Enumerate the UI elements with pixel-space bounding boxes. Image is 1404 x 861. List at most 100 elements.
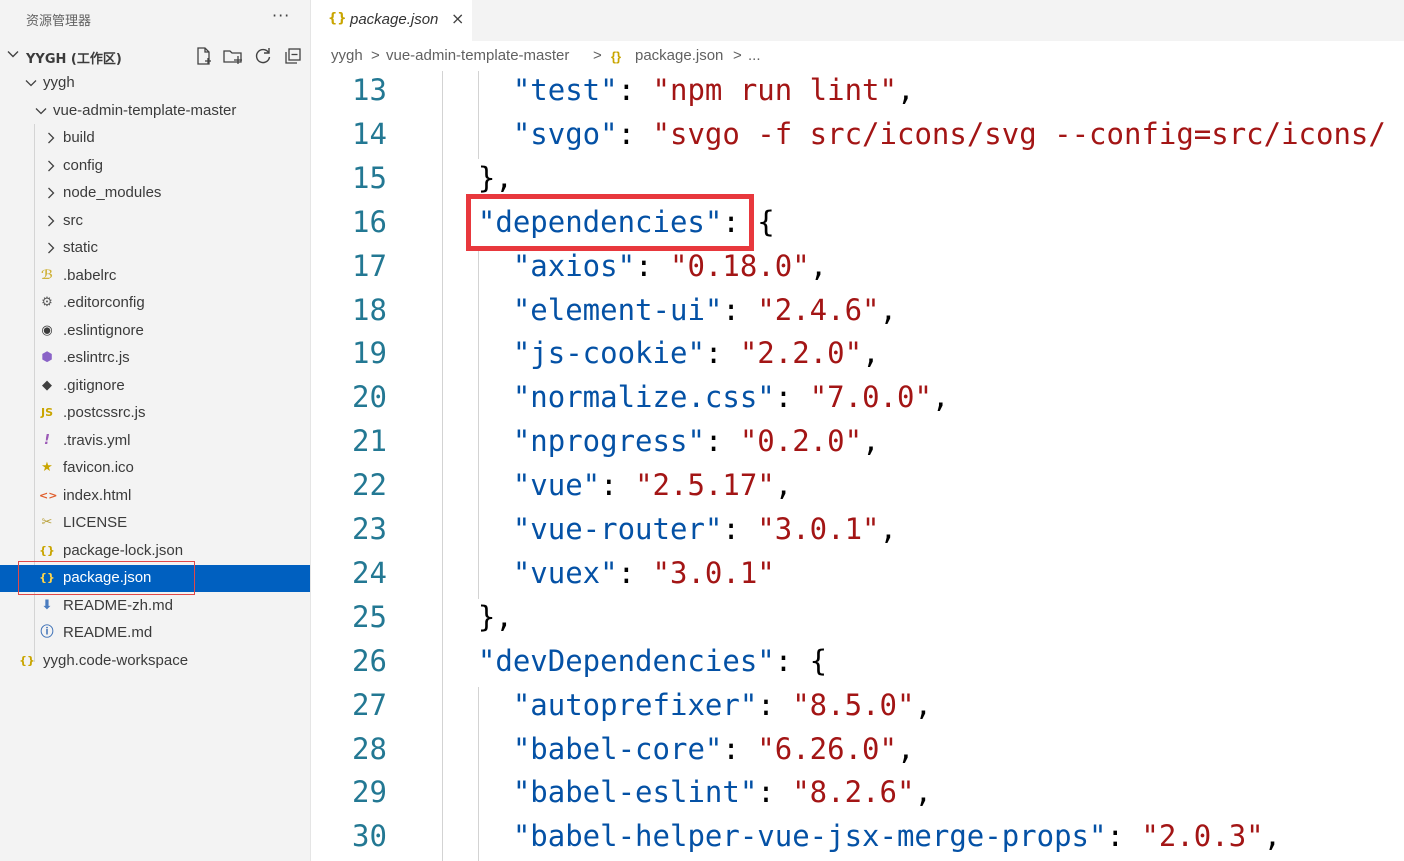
tree-item-label: build xyxy=(63,129,95,146)
code-line[interactable]: 13 "test": "npm run lint", xyxy=(312,71,1404,115)
tree-item[interactable]: ◉ .eslintignore xyxy=(0,318,310,345)
tree-item-label: favicon.ico xyxy=(63,459,134,476)
refresh-icon[interactable] xyxy=(252,45,274,67)
new-folder-icon[interactable] xyxy=(222,45,244,67)
tree-item[interactable]: ! .travis.yml xyxy=(0,428,310,455)
new-file-icon[interactable] xyxy=(193,45,215,67)
code-line[interactable]: 25 }, xyxy=(312,598,1404,642)
tree-item-label: node_modules xyxy=(63,184,162,201)
chevron-right-icon[interactable] xyxy=(44,241,58,259)
tree-item[interactable]: ✂ LICENSE xyxy=(0,510,310,537)
code-text: "element-ui": "2.4.6", xyxy=(512,292,897,327)
explorer-title: 资源管理器 xyxy=(26,14,92,29)
code-line[interactable]: 20 "normalize.css": "7.0.0", xyxy=(312,378,1404,422)
tree-item[interactable]: ℬ .babelrc xyxy=(0,263,310,290)
more-actions-icon[interactable]: ··· xyxy=(272,6,290,25)
close-icon[interactable]: × xyxy=(451,9,464,28)
workspace-title: YYGH (工作区) xyxy=(26,52,122,67)
dependencies-highlight-box xyxy=(466,194,754,251)
eslint-ignore-icon: ◉ xyxy=(41,322,53,338)
line-number: 26 xyxy=(352,643,387,678)
tree-item[interactable]: ⚙ .editorconfig xyxy=(0,290,310,317)
code-line[interactable]: 30 "babel-helper-vue-jsx-merge-props": "… xyxy=(312,817,1404,861)
breadcrumb-item-folder[interactable]: vue-admin-template-master xyxy=(386,47,569,64)
tree-item[interactable]: build xyxy=(0,125,310,152)
code-text: }, xyxy=(477,599,513,634)
code-line[interactable]: 29 "babel-eslint": "8.2.6", xyxy=(312,773,1404,817)
code-line[interactable]: 27 "autoprefixer": "8.5.0", xyxy=(312,686,1404,730)
tree-item[interactable]: ⓘ README.md xyxy=(0,620,310,647)
tree-item-label: config xyxy=(63,156,104,174)
code-line[interactable]: 14 "svgo": "svgo -f src/icons/svg --conf… xyxy=(312,115,1404,159)
babel-icon: ℬ xyxy=(40,267,54,283)
tree-item-label: .gitignore xyxy=(63,376,125,394)
breadcrumb-item-file[interactable]: package.json xyxy=(635,47,723,64)
code-text: "babel-core": "6.26.0", xyxy=(512,731,915,766)
tree-item[interactable]: vue-admin-template-master xyxy=(0,98,310,125)
tree-item[interactable]: JS .postcssrc.js xyxy=(0,400,310,427)
line-number: 25 xyxy=(352,599,387,634)
code-line[interactable]: 28 "babel-core": "6.26.0", xyxy=(312,730,1404,774)
tree-item-label: yygh.code-workspace xyxy=(43,651,189,669)
tab-package-json[interactable]: {} package.json × xyxy=(312,0,472,41)
line-number: 18 xyxy=(352,292,387,327)
code-line[interactable]: 17 "axios": "0.18.0", xyxy=(312,247,1404,291)
code-text: "svgo": "svgo -f src/icons/svg --config=… xyxy=(512,116,1386,151)
line-number: 13 xyxy=(352,73,387,107)
tree-item[interactable]: <> index.html xyxy=(0,483,310,510)
tree-item[interactable]: ★ favicon.ico xyxy=(0,455,310,482)
breadcrumb: yygh > vue-admin-template-master > {} pa… xyxy=(312,41,1404,71)
code-line[interactable]: 24 "vuex": "3.0.1" xyxy=(312,554,1404,598)
tree-item[interactable]: {} yygh.code-workspace xyxy=(0,648,310,675)
code-text: "babel-eslint": "8.2.6", xyxy=(512,775,932,810)
code-text: "vue": "2.5.17", xyxy=(512,468,793,503)
line-number: 20 xyxy=(352,380,387,415)
code-line[interactable]: 26 "devDependencies": { xyxy=(312,642,1404,686)
chevron-right-icon[interactable] xyxy=(44,186,58,204)
tab-label: package.json xyxy=(350,11,439,28)
tree-item[interactable]: ⬇ README-zh.md xyxy=(0,593,310,620)
breadcrumb-item-yygh[interactable]: yygh xyxy=(331,47,363,64)
tree-item-label: yygh xyxy=(43,74,75,91)
code-line[interactable]: 18 "element-ui": "2.4.6", xyxy=(312,291,1404,335)
explorer-sidebar: 资源管理器 ··· YYGH (工作区) yygh vue-admin-templ… xyxy=(0,0,311,861)
chevron-right-icon[interactable] xyxy=(44,131,58,149)
info-icon: ⓘ xyxy=(40,625,54,640)
tree-item[interactable]: ◆ .gitignore xyxy=(0,373,310,400)
code-editor[interactable]: 13 "test": "npm run lint", 14 "svgo": "sv… xyxy=(312,71,1404,861)
tree-item[interactable]: ⬢ .eslintrc.js xyxy=(0,345,310,372)
json-file-icon: {} xyxy=(611,49,622,64)
workspace-header[interactable]: YYGH (工作区) xyxy=(0,43,310,69)
collapse-all-icon[interactable] xyxy=(282,45,304,67)
tree-item-label: .postcssrc.js xyxy=(63,404,146,421)
chevron-down-icon[interactable] xyxy=(24,76,38,94)
chevron-right-icon[interactable] xyxy=(44,159,58,177)
git-icon: ◆ xyxy=(42,377,52,393)
breadcrumb-item-symbols[interactable]: ... xyxy=(748,47,761,64)
tree-item-label: package-lock.json xyxy=(63,541,184,559)
code-text: "normalize.css": "7.0.0", xyxy=(512,380,950,415)
tree-item[interactable]: config xyxy=(0,153,310,180)
json-file-icon: {} xyxy=(328,11,347,26)
code-text: "js-cookie": "2.2.0", xyxy=(512,336,880,371)
line-number: 28 xyxy=(352,731,387,766)
code-line[interactable]: 21 "nprogress": "0.2.0", xyxy=(312,422,1404,466)
line-number: 22 xyxy=(352,468,387,503)
chevron-down-icon[interactable] xyxy=(6,46,20,65)
line-number: 17 xyxy=(352,248,387,283)
tree-item[interactable]: static xyxy=(0,235,310,262)
js-file-icon: JS xyxy=(40,406,53,419)
license-icon: ✂ xyxy=(41,515,53,530)
gear-icon: ⚙ xyxy=(41,295,53,310)
tree-item[interactable]: node_modules xyxy=(0,180,310,207)
chevron-down-icon[interactable] xyxy=(34,104,48,122)
chevron-right-icon[interactable] xyxy=(44,214,58,232)
tree-item[interactable]: yygh xyxy=(0,70,310,97)
code-line[interactable]: 22 "vue": "2.5.17", xyxy=(312,466,1404,510)
code-text: "devDependencies": { xyxy=(477,643,828,678)
code-line[interactable]: 19 "js-cookie": "2.2.0", xyxy=(312,334,1404,378)
code-line[interactable]: 23 "vue-router": "3.0.1", xyxy=(312,510,1404,554)
star-icon: ★ xyxy=(41,460,53,475)
tree-item[interactable]: src xyxy=(0,208,310,235)
tree-item-label: .travis.yml xyxy=(63,431,131,449)
